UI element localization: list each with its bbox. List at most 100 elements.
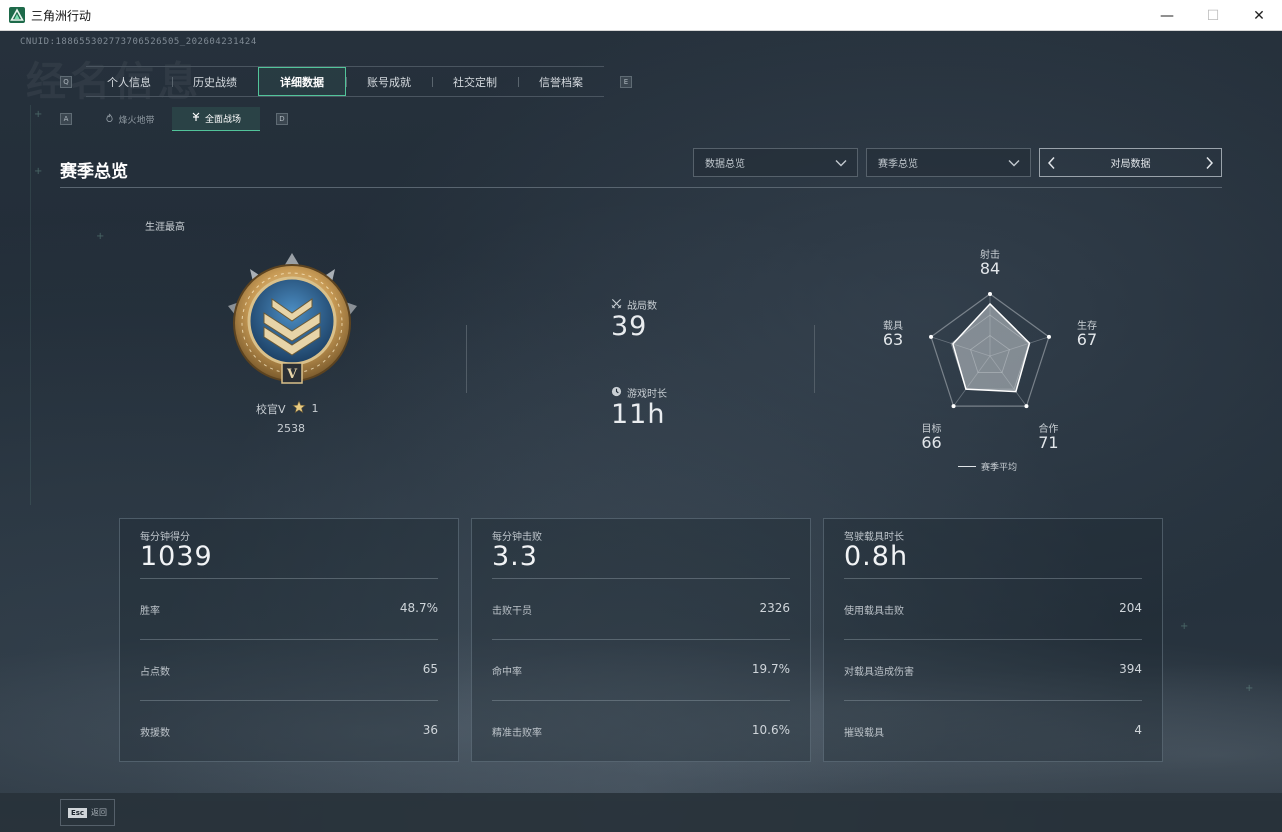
maximize-button[interactable]: ☐ — [1190, 0, 1236, 31]
radar-legend: 赛季平均 — [958, 460, 1017, 473]
app-logo-icon — [9, 7, 25, 23]
stat-row: 命中率 19.7% — [492, 639, 790, 700]
crosshair-icon: + — [34, 109, 43, 120]
rank-name-row: 校官V 1 — [256, 400, 319, 417]
subtab-prev-key-hint[interactable]: A — [60, 113, 72, 125]
rank-name: 校官V — [256, 402, 286, 416]
legend-label: 赛季平均 — [981, 463, 1018, 473]
playtime-label: 游戏时长 — [611, 385, 667, 400]
card-headline-value: 3.3 — [492, 541, 538, 572]
back-label: 返回 — [91, 808, 108, 817]
matches-label: 战局数 — [611, 297, 657, 312]
data-type-dropdown[interactable]: 数据总览 — [693, 148, 858, 177]
tab-social-custom[interactable]: 社交定制 — [432, 67, 518, 96]
tab-next-key-hint[interactable]: E — [620, 76, 632, 88]
stat-value: 394 — [1119, 662, 1142, 676]
stat-row: 救援数 36 — [140, 700, 438, 761]
season-dropdown[interactable]: 赛季总览 — [866, 148, 1031, 177]
divider — [466, 325, 467, 393]
card-headline-value: 1039 — [140, 541, 213, 572]
stat-row: 对载具造成伤害 394 — [844, 639, 1142, 700]
tab-prev-key-hint[interactable]: Q — [60, 76, 72, 88]
stat-key: 胜率 — [140, 606, 160, 617]
stat-key: 命中率 — [492, 667, 522, 678]
main-tabs: 个人信息 历史战绩 详细数据 账号成就 社交定制 信誉档案 — [86, 66, 604, 97]
radar-axis-value: 71 — [1038, 433, 1059, 453]
crosshair-icon: + — [96, 231, 105, 242]
crosshair-icon: + — [1180, 621, 1189, 632]
stat-key: 使用载具击败 — [844, 606, 904, 617]
radar-axis-value: 84 — [979, 259, 1001, 278]
radar-vertex-dot — [929, 334, 934, 339]
chevron-down-icon — [1007, 156, 1021, 173]
crosshair-icon: + — [1245, 683, 1254, 694]
radar-axis-value: 63 — [882, 329, 904, 349]
stat-key: 救援数 — [140, 728, 170, 739]
card-headline-value: 0.8h — [844, 541, 909, 572]
close-button[interactable]: ✕ — [1236, 0, 1282, 31]
subtab-label: 烽火地带 — [118, 115, 155, 126]
subtab-full-battlefield[interactable]: 全面战场 — [172, 107, 260, 131]
stat-key: 对载具造成伤害 — [844, 667, 914, 678]
rank-badge-icon: V — [220, 251, 365, 400]
stat-value: 10.6% — [751, 723, 790, 737]
stat-key: 摧毁载具 — [844, 728, 884, 739]
uid-label: CNUID:18865530277370652650​5_20260423142… — [20, 37, 257, 47]
window-titlebar: 三角洲行动 — ☐ ✕ — [0, 0, 1282, 31]
stat-row: 摧毁载具 4 — [844, 700, 1142, 761]
rank-stars: 1 — [311, 402, 319, 415]
subtab-hazard-zone[interactable]: 烽火地带 — [88, 107, 172, 131]
stat-value: 4 — [1134, 723, 1142, 737]
stat-key: 击败干员 — [492, 606, 532, 617]
stat-card-score: 每分钟得分 1039 胜率 48.7% 占点数 65 救援数 36 — [119, 518, 459, 762]
flame-icon — [105, 113, 114, 125]
section-title: 赛季总览 — [60, 162, 128, 182]
stat-row: 使用载具击败 204 — [844, 578, 1142, 639]
battlefield-icon — [191, 112, 201, 125]
chevron-down-icon — [834, 156, 848, 173]
stat-card-vehicles: 驾驶载具时长 0.8h 使用载具击败 204 对载具造成伤害 394 摧毁载具 4 — [823, 518, 1163, 762]
stat-value: 65 — [422, 662, 438, 676]
playtime-label-text: 游戏时长 — [627, 389, 667, 400]
radar-series-polygon — [952, 302, 1031, 393]
clock-icon — [611, 386, 622, 400]
decorative-line — [30, 105, 31, 505]
rank-points: 2538 — [277, 422, 305, 435]
matches-label-text: 战局数 — [627, 301, 657, 312]
dropdown-value: 数据总览 — [705, 159, 745, 170]
tab-match-history[interactable]: 历史战绩 — [172, 67, 258, 96]
subtab-next-key-hint[interactable]: D — [276, 113, 288, 125]
tab-achievements[interactable]: 账号成就 — [346, 67, 432, 96]
matches-value: 39 — [611, 311, 648, 342]
legend-swatch — [958, 466, 976, 467]
minimize-button[interactable]: — — [1144, 0, 1190, 31]
game-canvas: 经名信息 CNUID:18865530277370652650​5_202604… — [0, 31, 1282, 832]
stat-key: 占点数 — [140, 667, 170, 678]
back-button[interactable]: Esc 返回 — [60, 799, 115, 826]
tab-personal-info[interactable]: 个人信息 — [86, 67, 172, 96]
crossed-swords-icon — [611, 298, 622, 312]
dropdown-value: 赛季总览 — [878, 159, 918, 170]
tab-detailed-data[interactable]: 详细数据 — [258, 67, 346, 96]
stat-value: 2326 — [759, 601, 790, 615]
stat-value: 36 — [422, 723, 438, 737]
radar-vertex-dot — [988, 292, 992, 296]
tab-reputation[interactable]: 信誉档案 — [518, 67, 604, 96]
stat-value: 204 — [1119, 601, 1142, 615]
pager-label: 对局数据 — [1110, 159, 1151, 170]
stat-row: 击败干员 2326 — [492, 578, 790, 639]
chevron-right-icon[interactable] — [1203, 156, 1215, 173]
window-title: 三角洲行动 — [31, 8, 92, 23]
section-divider — [60, 187, 1222, 188]
subtab-label: 全面战场 — [204, 115, 241, 125]
esc-key-hint: Esc — [67, 807, 88, 818]
chevron-left-icon[interactable] — [1046, 156, 1058, 173]
match-data-pager: 对局数据 — [1039, 148, 1222, 177]
radar-vertex-dot — [1024, 404, 1029, 409]
footer-bar: Esc 返回 — [0, 793, 1282, 832]
rank-numeral: V — [286, 367, 298, 382]
playtime-value: 11h — [611, 399, 666, 430]
stat-value: 48.7% — [399, 601, 438, 615]
radar-axis-value: 67 — [1076, 329, 1098, 349]
stat-value: 19.7% — [751, 662, 790, 676]
